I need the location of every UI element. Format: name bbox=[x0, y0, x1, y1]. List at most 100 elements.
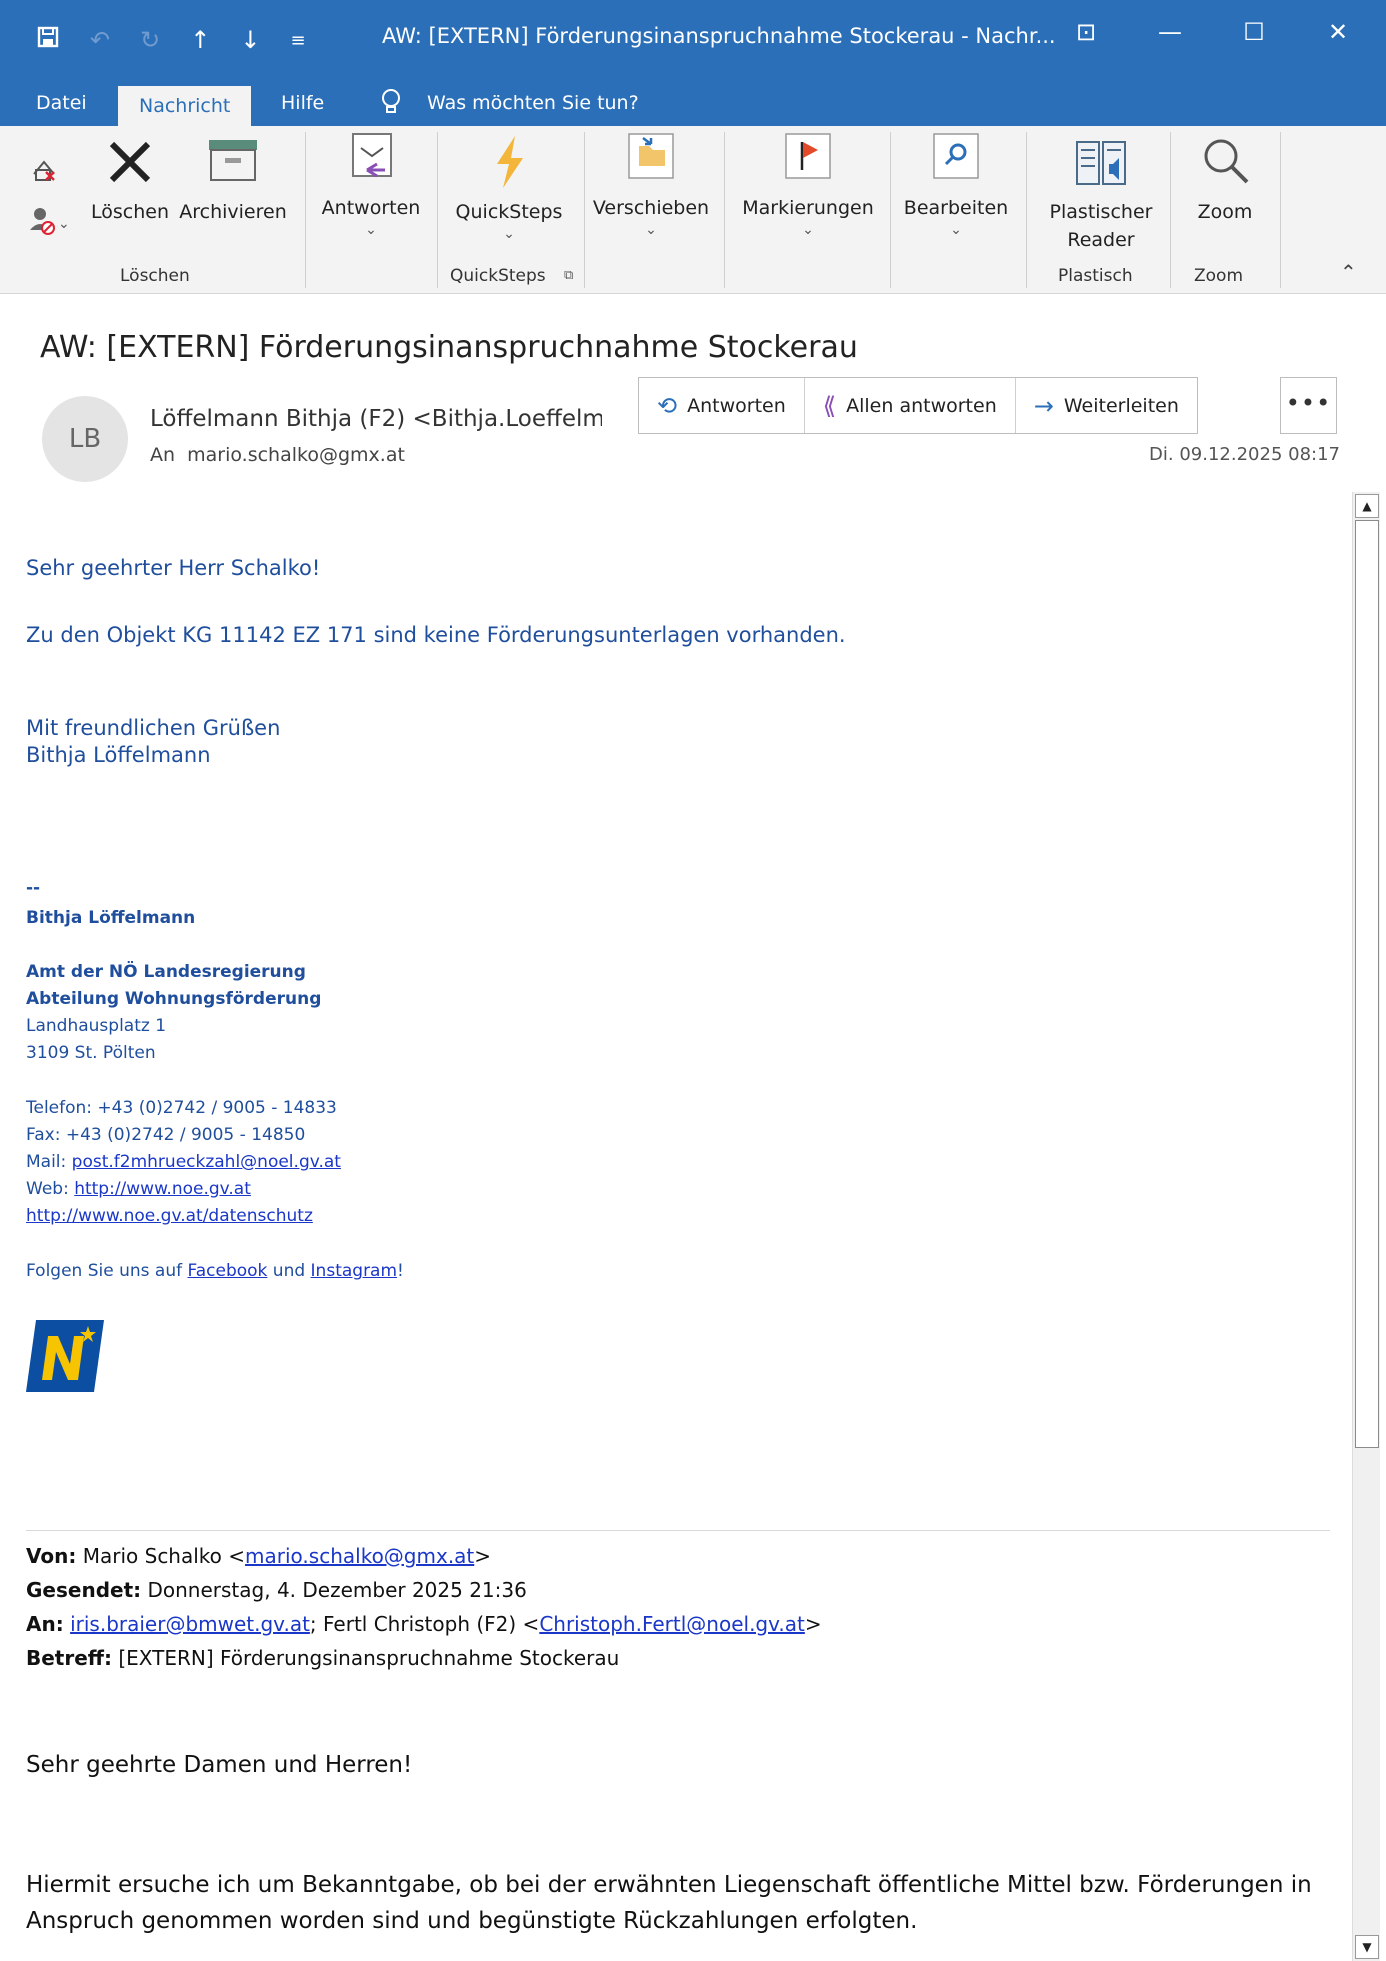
maximize-icon[interactable]: ☐ bbox=[1234, 18, 1274, 46]
tab-nachricht[interactable]: Nachricht bbox=[118, 86, 252, 126]
recipient-line: An mario.schalko@gmx.at bbox=[150, 444, 405, 466]
reply-closing-name: Bithja Löffelmann bbox=[26, 743, 211, 767]
chevron-down-icon: ⌄ bbox=[645, 222, 657, 238]
immersive-reader-button[interactable]: Plastischer Reader bbox=[1036, 134, 1166, 254]
signature-department: Abteilung Wohnungsförderung bbox=[26, 989, 322, 1009]
to-label: An bbox=[150, 444, 176, 466]
customize-icon[interactable]: ≡ bbox=[290, 30, 305, 51]
signature-web: Web: http://www.noe.gv.at bbox=[26, 1179, 251, 1199]
group-label-plastisch: Plastisch bbox=[1058, 266, 1133, 286]
reply-line: Zu den Objekt KG 11142 EZ 171 sind keine… bbox=[26, 623, 846, 647]
privacy-link[interactable]: http://www.noe.gv.at/datenschutz bbox=[26, 1206, 313, 1226]
message-action-bar: ⟲ Antworten ⟪ Allen antworten → Weiterle… bbox=[638, 377, 1198, 434]
original-to: An: iris.braier@bmwet.gv.at; Fertl Chris… bbox=[26, 1612, 822, 1636]
up-arrow-icon[interactable]: ↑ bbox=[190, 26, 210, 54]
scroll-up-arrow-icon[interactable]: ▲ bbox=[1355, 494, 1379, 518]
quicksteps-button[interactable]: QuickSteps ⌄ bbox=[450, 134, 568, 242]
noe-logo bbox=[26, 1320, 104, 1396]
signature-privacy: http://www.noe.gv.at/datenschutz bbox=[26, 1206, 313, 1226]
ribbon: ⌄ Löschen Archivieren Antworten ⌄ QuickS… bbox=[0, 126, 1386, 294]
immersive-reader-icon bbox=[1073, 134, 1129, 190]
ignore-icon[interactable] bbox=[30, 156, 58, 189]
original-paragraph-line-2: Anspruch genommen worden sind und begüns… bbox=[26, 1908, 918, 1934]
signature-city: 3109 St. Pölten bbox=[26, 1043, 156, 1063]
ribbon-separator bbox=[584, 132, 585, 288]
close-icon[interactable]: ✕ bbox=[1318, 18, 1358, 46]
reply-button[interactable]: ⟲ Antworten bbox=[639, 378, 805, 433]
undo-icon[interactable]: ↶ bbox=[90, 26, 110, 54]
quick-access-toolbar: ↶ ↻ ↑ ↓ ≡ bbox=[36, 18, 306, 62]
move-folder-icon bbox=[623, 130, 679, 186]
chevron-down-icon: ⌄ bbox=[503, 226, 515, 242]
tell-me-search[interactable]: Was möchten Sie tun? bbox=[427, 80, 639, 126]
group-label-delete: Löschen bbox=[120, 266, 190, 286]
signature-follow: Folgen Sie uns auf Facebook und Instagra… bbox=[26, 1261, 404, 1281]
ribbon-separator bbox=[724, 132, 725, 288]
delete-x-icon bbox=[102, 134, 158, 190]
mail-link[interactable]: post.f2mhrueckzahl@noel.gv.at bbox=[72, 1152, 341, 1172]
edit-button[interactable]: Bearbeiten ⌄ bbox=[900, 130, 1012, 238]
more-icon[interactable]: ••• bbox=[1280, 377, 1337, 434]
dialog-launcher-icon[interactable]: ⧉ bbox=[564, 268, 573, 283]
flag-icon bbox=[780, 130, 836, 186]
down-arrow-icon[interactable]: ↓ bbox=[240, 26, 260, 54]
signature-fax: Fax: +43 (0)2742 / 9005 - 14850 bbox=[26, 1125, 306, 1145]
minimize-icon[interactable]: — bbox=[1150, 18, 1190, 46]
redo-icon[interactable]: ↻ bbox=[140, 26, 160, 54]
sender-name[interactable]: Löffelmann Bithja (F2) <Bithja.Loeffelma… bbox=[150, 406, 602, 432]
tags-button[interactable]: Markierungen ⌄ bbox=[736, 130, 880, 238]
instagram-link[interactable]: Instagram bbox=[311, 1261, 398, 1281]
move-button[interactable]: Verschieben ⌄ bbox=[592, 130, 710, 238]
zoom-magnifier-icon bbox=[1197, 134, 1253, 190]
group-label-quicksteps: QuickSteps bbox=[450, 266, 546, 286]
vertical-scrollbar[interactable]: ▲ ▼ bbox=[1352, 492, 1380, 1961]
tab-datei[interactable]: Datei bbox=[36, 80, 87, 126]
menu-bar: Datei Nachricht Hilfe Was möchten Sie tu… bbox=[0, 80, 1386, 126]
reply-all-button[interactable]: ⟪ Allen antworten bbox=[805, 378, 1016, 433]
group-label-zoom: Zoom bbox=[1194, 266, 1244, 286]
ribbon-separator bbox=[305, 132, 306, 288]
signature-phone: Telefon: +43 (0)2742 / 9005 - 14833 bbox=[26, 1098, 337, 1118]
forward-button[interactable]: → Weiterleiten bbox=[1016, 378, 1197, 433]
ribbon-separator bbox=[437, 132, 438, 288]
tab-hilfe[interactable]: Hilfe bbox=[281, 80, 324, 126]
original-to-link-2[interactable]: Christoph.Fertl@noel.gv.at bbox=[539, 1612, 805, 1636]
ribbon-separator bbox=[1280, 132, 1281, 288]
original-from: Von: Mario Schalko <mario.schalko@gmx.at… bbox=[26, 1544, 492, 1568]
scrollbar-thumb[interactable] bbox=[1355, 520, 1379, 1448]
original-sent: Gesendet: Donnerstag, 4. Dezember 2025 2… bbox=[26, 1578, 527, 1602]
reply-greeting: Sehr geehrter Herr Schalko! bbox=[26, 556, 321, 580]
delete-button[interactable]: Löschen bbox=[88, 134, 172, 226]
search-icon bbox=[928, 130, 984, 186]
reply-all-arrow-icon: ⟪ bbox=[822, 391, 837, 420]
zoom-button[interactable]: Zoom bbox=[1180, 134, 1270, 226]
signature-mail: Mail: post.f2mhrueckzahl@noel.gv.at bbox=[26, 1152, 341, 1172]
message-divider bbox=[26, 1530, 1330, 1531]
lightbulb-icon bbox=[380, 88, 402, 122]
original-to-link-1[interactable]: iris.braier@bmwet.gv.at bbox=[70, 1612, 310, 1636]
block-sender-icon[interactable]: ⌄ bbox=[28, 206, 70, 241]
to-address[interactable]: mario.schalko@gmx.at bbox=[187, 444, 405, 466]
avatar[interactable]: LB bbox=[42, 396, 128, 482]
signature-dashes: -- bbox=[26, 878, 41, 898]
reply-menu-button[interactable]: Antworten ⌄ bbox=[318, 130, 424, 238]
ribbon-separator bbox=[1026, 132, 1027, 288]
archive-button[interactable]: Archivieren bbox=[176, 134, 290, 226]
chevron-down-icon: ⌄ bbox=[950, 222, 962, 238]
signature-org: Amt der NÖ Landesregierung bbox=[26, 962, 306, 982]
collapse-ribbon-icon[interactable]: ⌃ bbox=[1340, 260, 1357, 284]
facebook-link[interactable]: Facebook bbox=[188, 1261, 268, 1281]
reply-closing: Mit freundlichen Grüßen bbox=[26, 716, 281, 740]
save-icon[interactable] bbox=[36, 25, 60, 55]
chevron-down-icon: ⌄ bbox=[802, 222, 814, 238]
quicksteps-lightning-icon bbox=[481, 134, 537, 190]
reply-arrow-icon: ⟲ bbox=[657, 391, 678, 420]
web-link[interactable]: http://www.noe.gv.at bbox=[74, 1179, 251, 1199]
scroll-down-arrow-icon[interactable]: ▼ bbox=[1355, 1935, 1379, 1959]
original-subject: Betreff: [EXTERN] Förderungsinanspruchna… bbox=[26, 1646, 620, 1670]
reply-icon bbox=[343, 130, 399, 186]
original-from-link[interactable]: mario.schalko@gmx.at bbox=[245, 1544, 474, 1568]
message-date: Di. 09.12.2025 08:17 bbox=[1149, 444, 1340, 465]
ribbon-display-icon[interactable]: ⊡ bbox=[1066, 18, 1106, 46]
title-bar: ↶ ↻ ↑ ↓ ≡ AW: [EXTERN] Förderungsinanspr… bbox=[0, 0, 1386, 80]
